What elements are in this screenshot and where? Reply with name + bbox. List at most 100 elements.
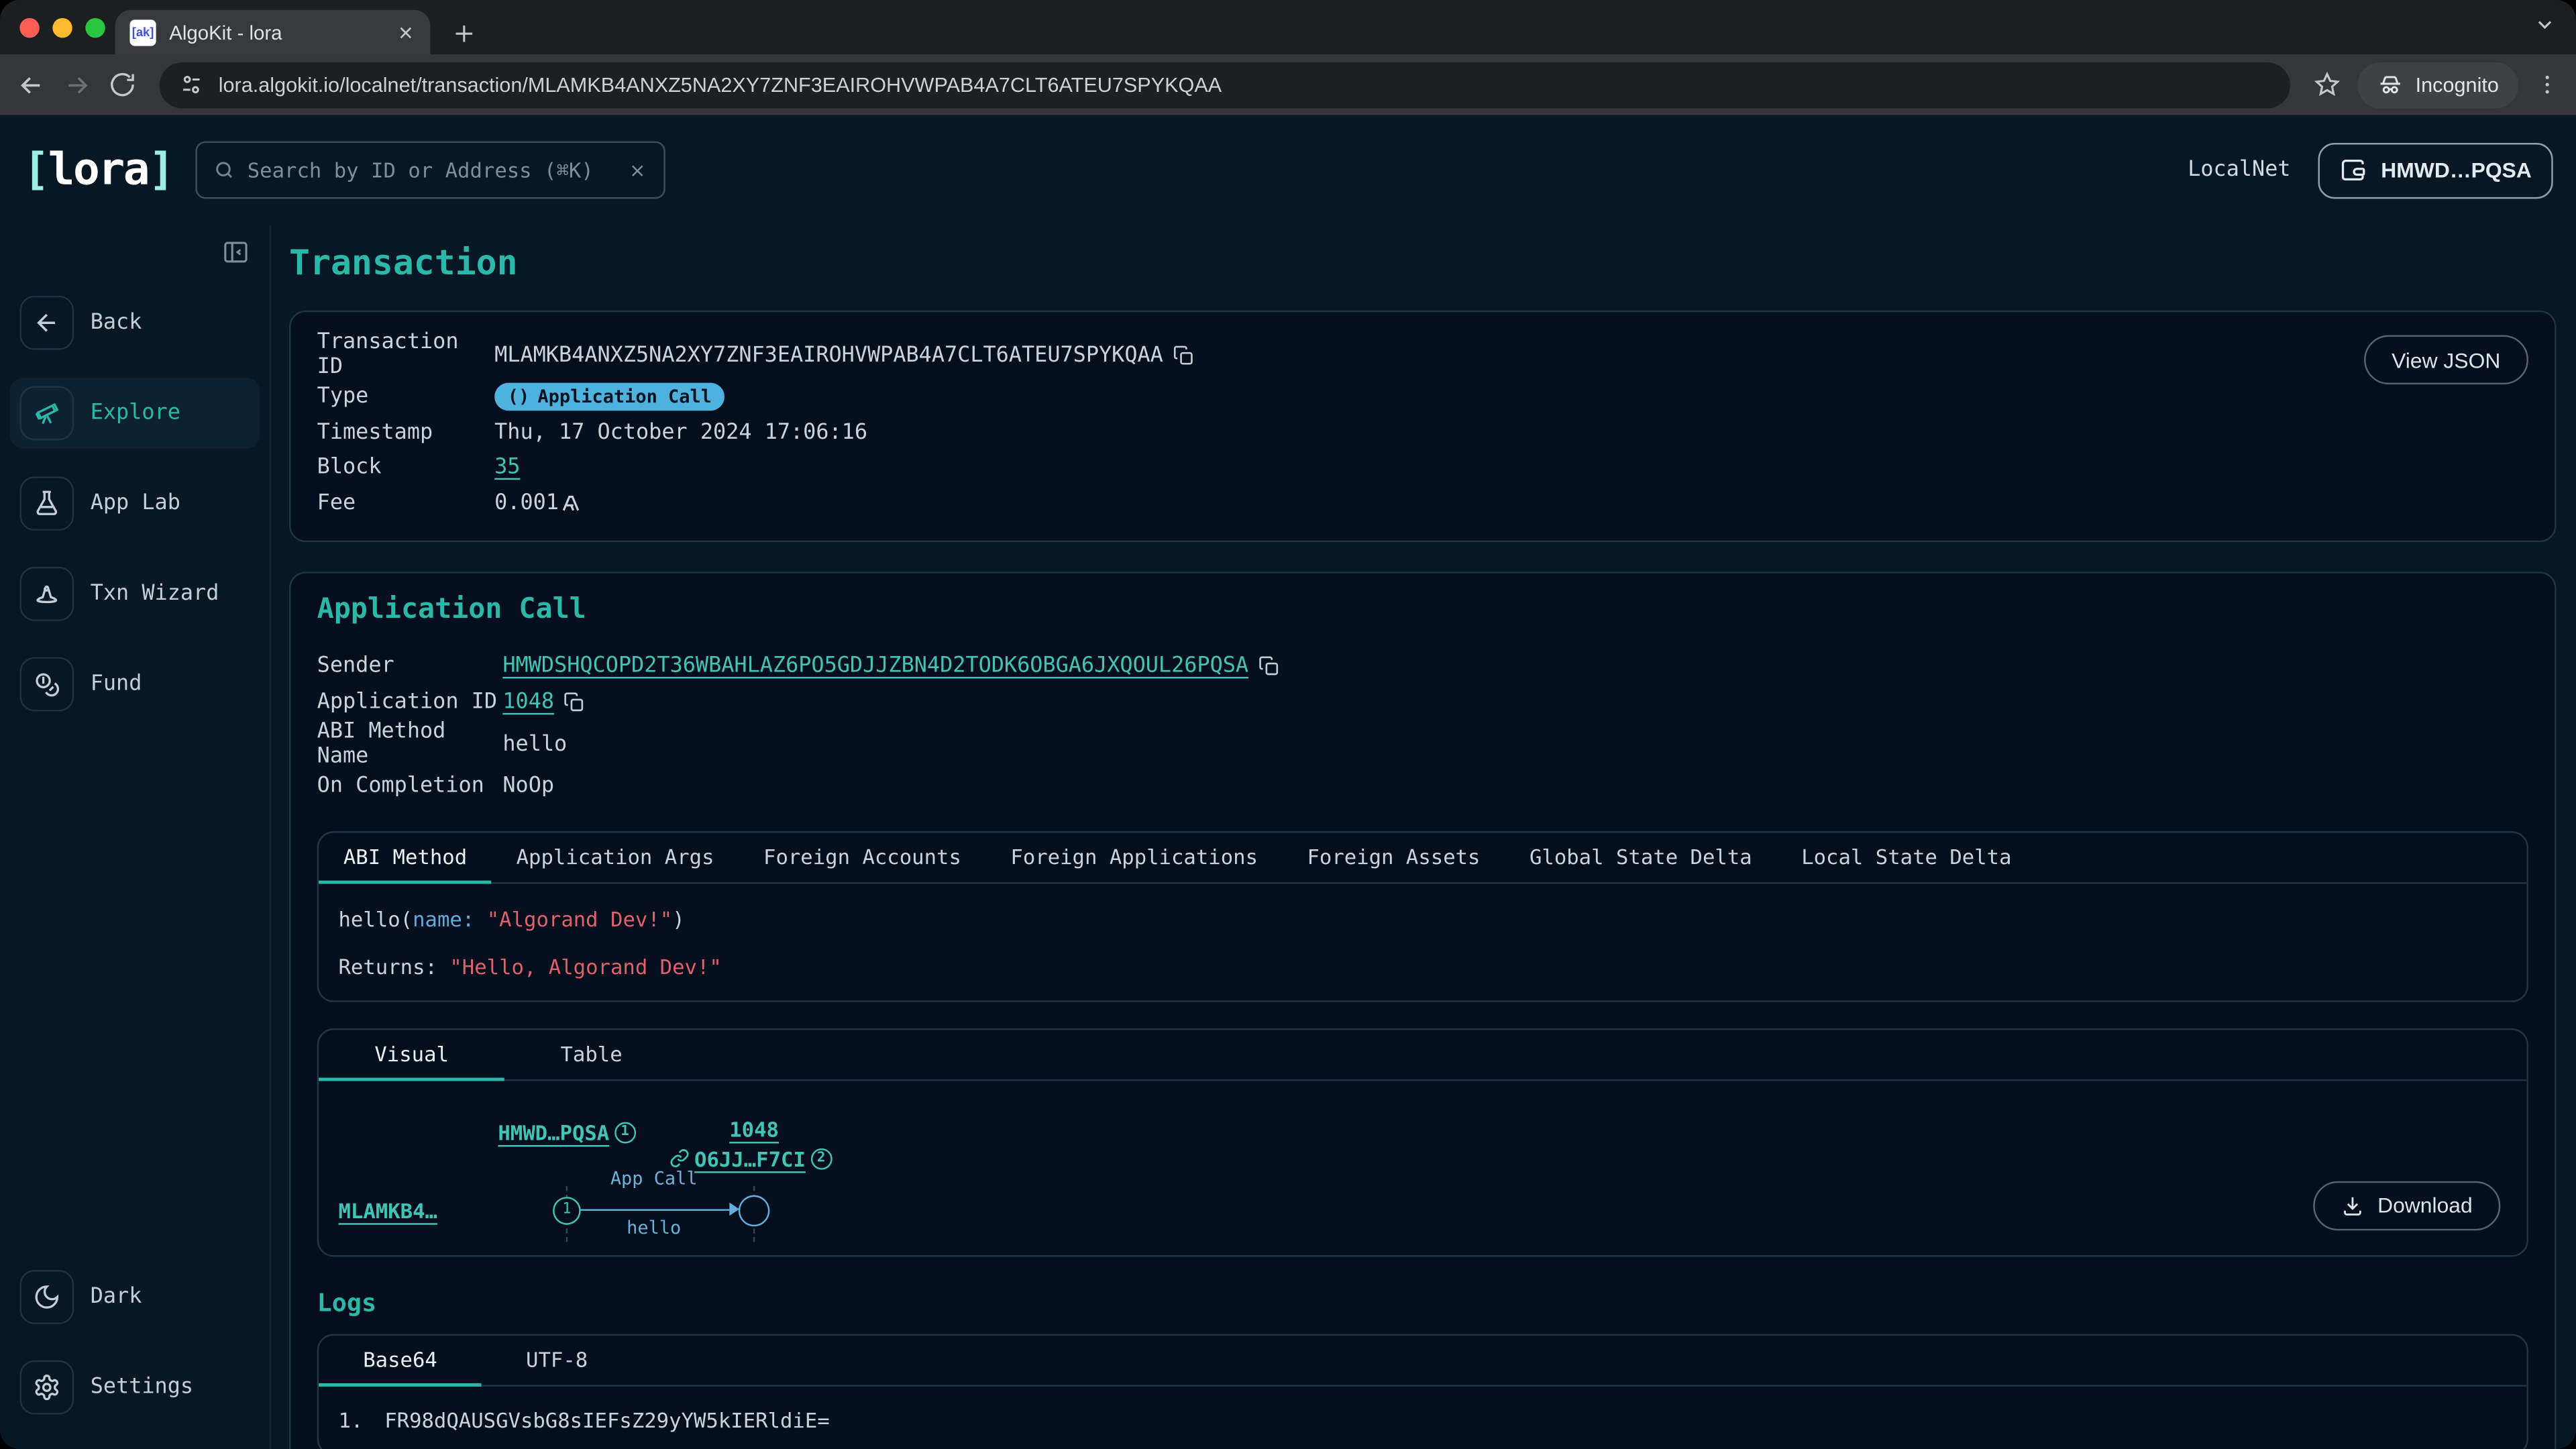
abi-method-code: hello(name: "Algorand Dev!") Returns: "H…	[319, 883, 2526, 1000]
back-nav-icon[interactable]	[16, 70, 46, 99]
visual-subcard: Visual Table HMWD…PQSA 1 1048	[317, 1028, 2528, 1256]
close-window-button[interactable]	[19, 18, 39, 38]
tab-search-chevron-icon[interactable]	[2533, 13, 2556, 36]
application-id-link[interactable]: 1048	[502, 690, 554, 714]
graph-sender-header: HMWD…PQSA 1	[498, 1120, 635, 1144]
tab-foreign-accounts[interactable]: Foreign Accounts	[739, 832, 985, 881]
wizard-hat-icon	[19, 567, 74, 621]
search-clear-icon[interactable]	[627, 160, 646, 180]
sidebar-item-fund[interactable]: Fund	[10, 649, 260, 719]
browser-tab-bar: [ak] AlgoKit - lora	[0, 0, 2576, 54]
on-completion-label: On Completion	[317, 774, 503, 799]
view-json-button[interactable]: View JSON	[2364, 335, 2528, 384]
logs-subcard: Base64 UTF-8 1. FR98dQAUSGVsbG8sIEFsZ29y…	[317, 1333, 2528, 1449]
abi-method-name-label: ABI Method Name	[317, 720, 503, 769]
code-param-value: "Algorand Dev!"	[487, 906, 672, 931]
tab-foreign-assets[interactable]: Foreign Assets	[1283, 832, 1505, 881]
graph-sender-badge: 1	[614, 1121, 636, 1142]
copy-icon[interactable]	[1173, 344, 1195, 366]
wallet-icon	[2340, 156, 2368, 184]
application-call-title: Application Call	[317, 593, 2528, 626]
network-label[interactable]: LocalNet	[2188, 158, 2290, 182]
sidebar-item-label: Fund	[91, 672, 142, 697]
wallet-address: HMWD…PQSA	[2381, 158, 2532, 182]
collapse-sidebar-icon[interactable]	[222, 238, 250, 266]
tab-global-state-delta[interactable]: Global State Delta	[1505, 832, 1776, 881]
graph-txn-link[interactable]: MLAMKB4…	[338, 1197, 437, 1222]
sidebar-item-settings[interactable]: Settings	[10, 1352, 260, 1423]
graph-edge-method: hello	[627, 1216, 681, 1238]
minimize-window-button[interactable]	[52, 18, 72, 38]
sidebar-item-label: Back	[91, 311, 142, 335]
transaction-type-text: Application Call	[537, 386, 712, 408]
copy-icon[interactable]	[564, 691, 586, 712]
new-tab-button[interactable]	[451, 21, 476, 46]
tab-application-args[interactable]: Application Args	[492, 832, 739, 881]
tab-local-state-delta[interactable]: Local State Delta	[1776, 832, 2036, 881]
sidebar-item-label: Txn Wizard	[91, 582, 219, 606]
sidebar-item-back[interactable]: Back	[10, 288, 260, 358]
download-button[interactable]: Download	[2314, 1181, 2501, 1230]
sidebar-item-app-lab[interactable]: App Lab	[10, 468, 260, 539]
browser-tab[interactable]: [ak] AlgoKit - lora	[115, 10, 430, 54]
transaction-summary-card: Transaction ID MLAMKB4ANXZ5NA2XY7ZNF3EAI…	[289, 311, 2557, 542]
graph-target-node[interactable]	[739, 1194, 770, 1226]
block-link[interactable]: 35	[494, 455, 520, 480]
link-icon	[669, 1148, 689, 1168]
moon-icon	[19, 1270, 74, 1324]
tab-foreign-applications[interactable]: Foreign Applications	[986, 832, 1283, 881]
incognito-badge: Incognito	[2358, 62, 2518, 108]
address-bar[interactable]: lora.algokit.io/localnet/transaction/MLA…	[160, 62, 2291, 108]
site-settings-icon[interactable]	[179, 72, 204, 97]
tab-abi-method[interactable]: ABI Method	[319, 832, 492, 881]
incognito-icon	[2377, 72, 2404, 98]
transaction-id-value: MLAMKB4ANXZ5NA2XY7ZNF3EAIROHVWPAB4A7CLT6…	[494, 343, 1163, 368]
timestamp-label: Timestamp	[317, 420, 494, 445]
logo-bracket: ]	[148, 145, 173, 196]
download-icon	[2341, 1193, 2364, 1216]
block-label: Block	[317, 455, 494, 480]
type-label: Type	[317, 385, 494, 410]
graph-app-header: 1048	[729, 1116, 779, 1141]
tab-visual[interactable]: Visual	[319, 1029, 504, 1078]
search-box[interactable]	[195, 142, 664, 199]
copy-icon[interactable]	[1258, 656, 1280, 678]
on-completion-value: NoOp	[502, 774, 554, 799]
tab-close-icon[interactable]	[396, 22, 415, 42]
graph-app-id-link[interactable]: 1048	[729, 1116, 779, 1141]
sidebar-item-txn-wizard[interactable]: Txn Wizard	[10, 559, 260, 629]
search-input[interactable]	[248, 158, 614, 182]
sidebar-item-explore[interactable]: Explore	[10, 378, 260, 448]
lora-logo[interactable]: [lora]	[23, 145, 173, 196]
tab-title: AlgoKit - lora	[169, 21, 396, 44]
incognito-label: Incognito	[2416, 73, 2499, 96]
download-label: Download	[2377, 1193, 2473, 1218]
lora-app: [lora] LocalNet HMWD…PQSA	[0, 115, 2576, 1449]
zoom-window-button[interactable]	[85, 18, 105, 38]
timestamp-value: Thu, 17 October 2024 17:06:16	[494, 420, 867, 445]
graph-group-badge: 2	[810, 1148, 832, 1169]
browser-menu-icon[interactable]	[2535, 72, 2560, 97]
sender-link[interactable]: HMWDSHQCOPD2T36WBAHLAZ6PO5GDJJZBN4D2TODK…	[502, 654, 1248, 679]
bookmark-star-icon[interactable]	[2314, 70, 2342, 99]
reload-icon[interactable]	[109, 70, 137, 99]
abi-tabs: ABI Method Application Args Foreign Acco…	[319, 832, 2526, 883]
graph-edge-arrow	[580, 1208, 729, 1211]
tab-utf8[interactable]: UTF-8	[482, 1335, 632, 1384]
wallet-button[interactable]: HMWD…PQSA	[2318, 142, 2553, 198]
traffic-lights	[19, 18, 105, 38]
graph-sender-link[interactable]: HMWD…PQSA	[498, 1120, 609, 1144]
sidebar-item-theme-dark[interactable]: Dark	[10, 1262, 260, 1332]
tab-base64[interactable]: Base64	[319, 1335, 482, 1384]
tab-table[interactable]: Table	[504, 1029, 678, 1078]
sidebar-item-label: Settings	[91, 1375, 193, 1400]
forward-nav-icon[interactable]	[62, 70, 92, 99]
logo-text: lora	[48, 145, 148, 196]
search-icon	[213, 160, 234, 181]
app-header: [lora] LocalNet HMWD…PQSA	[0, 115, 2576, 225]
sidebar: Back Explore App Lab	[0, 225, 271, 1449]
transaction-id-label: Transaction ID	[317, 330, 494, 379]
graph-source-node[interactable]: 1	[553, 1196, 581, 1224]
graph-group-link[interactable]: O6JJ…F7CI	[694, 1146, 806, 1171]
fee-value: 0.001	[494, 491, 559, 516]
